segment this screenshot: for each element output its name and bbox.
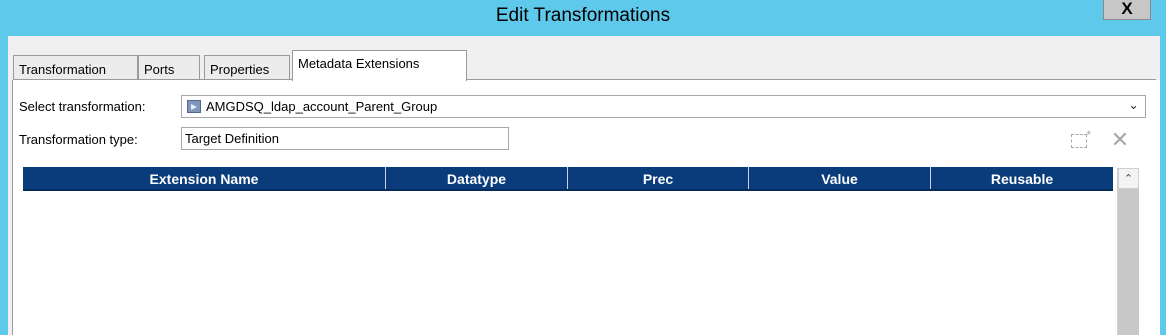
column-header-value[interactable]: Value [749,167,931,189]
chevron-down-icon[interactable]: ⌄ [1128,97,1139,113]
delete-icon: ✕ [1110,128,1130,153]
transformation-type-label: Transformation type: [19,132,138,147]
tab-metadata-extensions[interactable]: Metadata Extensions [292,50,467,81]
grid-header: Extension Name Datatype Prec Value Reusa… [23,167,1113,191]
select-transformation-dropdown[interactable]: AMGDSQ_ldap_account_Parent_Group ⌄ [181,95,1146,118]
select-transformation-label: Select transformation: [19,99,146,114]
dialog-client-area: Transformation Ports Properties Metadata… [8,36,1160,335]
tab-properties[interactable]: Properties [204,55,290,80]
transformation-icon [187,100,201,113]
new-row-button[interactable] [1067,128,1091,152]
close-button[interactable]: X [1103,0,1151,20]
column-header-prec[interactable]: Prec [568,167,749,189]
new-row-icon [1071,128,1091,148]
tab-ports[interactable]: Ports [138,55,200,80]
transformation-type-field[interactable]: Target Definition [181,127,509,150]
delete-button[interactable]: ✕ [1108,130,1132,152]
chevron-up-icon: ⌃ [1123,173,1134,185]
close-icon: X [1121,0,1133,18]
tab-panel: Select transformation: AMGDSQ_ldap_accou… [12,80,1160,335]
tab-transformation[interactable]: Transformation [13,55,138,80]
column-header-datatype[interactable]: Datatype [386,167,568,189]
window-title: Edit Transformations [495,5,671,26]
select-transformation-value: AMGDSQ_ldap_account_Parent_Group [206,99,438,114]
scroll-up-button[interactable]: ⌃ [1118,168,1139,189]
column-header-extension-name[interactable]: Extension Name [23,167,386,189]
vertical-scrollbar[interactable]: ⌃ [1117,168,1139,335]
column-header-reusable[interactable]: Reusable [931,167,1113,189]
grid-body[interactable] [23,193,1113,335]
scroll-track[interactable] [1118,189,1139,335]
title-bar: Edit Transformations X [0,0,1166,36]
